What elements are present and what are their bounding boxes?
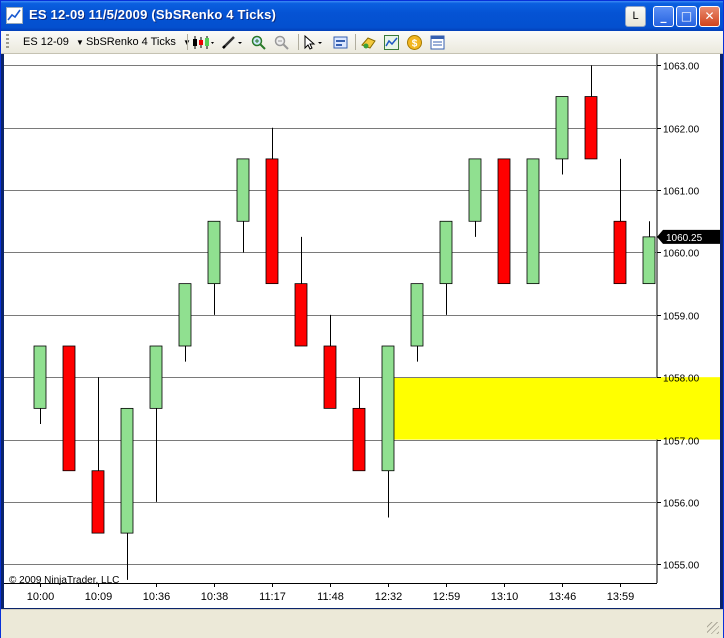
resize-grip[interactable] <box>707 622 719 634</box>
copyright-label: © 2009 NinjaTrader, LLC <box>9 575 119 586</box>
window-title: ES 12-09 11/5/2009 (SbSRenko 4 Ticks) <box>29 7 277 22</box>
chart-toolbar: ES 12-09 ▼ SbSRenko 4 Ticks ▼ <box>1 31 723 54</box>
y-tick-label: 1063.00 <box>663 62 700 73</box>
candle-down <box>265 158 279 285</box>
indicator-icon[interactable] <box>384 35 399 50</box>
y-tick-label: 1060.00 <box>663 249 700 260</box>
candle-up <box>468 158 482 222</box>
y-tick-label: 1062.00 <box>663 125 700 136</box>
candle-down <box>352 407 366 472</box>
zoom-in-icon[interactable] <box>251 35 266 50</box>
candle-up <box>410 283 424 347</box>
candle-up <box>149 345 163 409</box>
candle-up <box>120 407 134 534</box>
candlestick-icon[interactable] <box>192 35 214 50</box>
x-tick-label: 13:46 <box>549 591 577 603</box>
zoom-out-icon[interactable] <box>274 35 289 50</box>
link-button[interactable]: L <box>625 6 646 27</box>
x-tick-label: 10:09 <box>85 591 113 603</box>
candle-down <box>62 345 76 472</box>
candle-down <box>613 220 627 285</box>
bar-type-selector[interactable]: SbSRenko 4 Ticks ▼ <box>86 35 191 49</box>
candle-up <box>33 345 47 409</box>
x-tick-label: 10:00 <box>27 591 55 603</box>
chart-window: ES 12-09 11/5/2009 (SbSRenko 4 Ticks) L … <box>0 0 724 638</box>
bar-type-label: SbSRenko 4 Ticks <box>86 36 176 48</box>
last-price-label: 1060.25 <box>666 233 703 244</box>
pointer-icon[interactable] <box>303 35 325 50</box>
properties-icon[interactable] <box>430 35 445 50</box>
x-tick-label: 12:32 <box>375 591 403 603</box>
x-tick-label: 10:38 <box>201 591 229 603</box>
y-tick-label: 1061.00 <box>663 187 700 198</box>
instrument-selector[interactable]: ES 12-09 ▼ <box>23 35 84 49</box>
chart-panel[interactable]: 1055.00 1056.00 1057.00 1058.00 1059.00 1060.… <box>4 54 720 608</box>
candle-up <box>642 236 656 285</box>
y-tick-label: 1055.00 <box>663 561 700 572</box>
toolbar-grip[interactable] <box>6 34 9 50</box>
chevron-down-icon: ▼ <box>75 38 84 47</box>
x-tick-label: 12:59 <box>433 591 461 603</box>
y-tick-label: 1056.00 <box>663 499 700 510</box>
x-tick-label: 13:59 <box>607 591 635 603</box>
maximize-icon: □ <box>680 9 693 23</box>
y-tick-label: 1058.00 <box>663 374 700 385</box>
candle-up <box>555 96 569 160</box>
price-axis[interactable]: 1055.00 1056.00 1057.00 1058.00 1059.00 1060.… <box>657 62 720 572</box>
maximize-button[interactable]: □ <box>676 6 697 27</box>
candle-up <box>526 158 540 285</box>
candle-down <box>323 345 337 409</box>
toolbar-separator <box>355 34 356 50</box>
data-box-icon[interactable] <box>333 35 348 50</box>
svg-text:$: $ <box>412 39 418 50</box>
close-button[interactable]: ✕ <box>699 6 720 27</box>
close-icon: ✕ <box>704 9 715 23</box>
pencil-icon[interactable] <box>221 35 243 50</box>
zone-rect <box>382 377 720 440</box>
instrument-label: ES 12-09 <box>23 36 69 48</box>
price-chart[interactable]: 1055.00 1056.00 1057.00 1058.00 1059.00 1060.… <box>4 54 720 608</box>
chart-app-icon <box>6 7 23 24</box>
candle-down <box>91 470 105 534</box>
candle-up <box>439 220 453 285</box>
candle-down <box>497 158 511 285</box>
x-tick-label: 10:36 <box>143 591 171 603</box>
candle-down <box>294 283 308 347</box>
candle-up <box>236 158 250 222</box>
x-tick-label: 13:10 <box>491 591 519 603</box>
minimize-button[interactable]: _ <box>653 6 674 27</box>
x-tick-label: 11:17 <box>259 591 286 603</box>
dollar-icon[interactable]: $ <box>407 35 422 50</box>
candle-up <box>381 345 395 472</box>
status-bar <box>1 609 723 638</box>
x-tick-label: 11:48 <box>317 591 344 603</box>
time-axis[interactable]: 10:00 10:09 10:36 10:38 11:17 11:48 12:32 12:59… <box>27 583 635 603</box>
toolbar-separator <box>187 34 188 50</box>
minimize-icon: _ <box>660 9 667 23</box>
supply-demand-zone-layer <box>382 377 720 440</box>
candle-up <box>178 283 192 347</box>
title-bar[interactable]: ES 12-09 11/5/2009 (SbSRenko 4 Ticks) L … <box>1 1 723 31</box>
y-tick-label: 1059.00 <box>663 312 700 323</box>
candle-down <box>584 96 598 160</box>
strategy-icon[interactable] <box>361 35 376 50</box>
y-tick-label: 1057.00 <box>663 437 700 448</box>
toolbar-separator <box>298 34 299 50</box>
candle-up <box>207 220 221 285</box>
